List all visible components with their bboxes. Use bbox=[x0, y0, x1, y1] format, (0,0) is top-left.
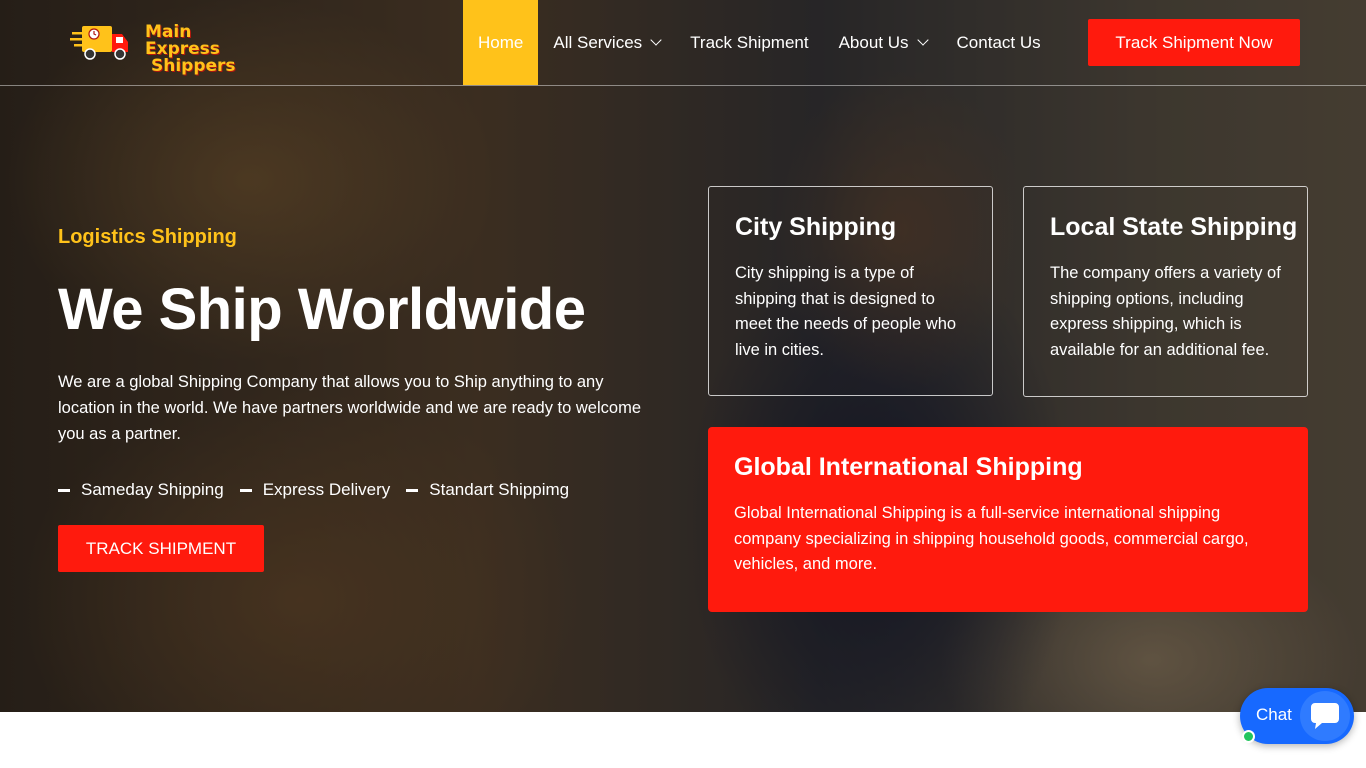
feature-label: Standart Shippimg bbox=[429, 480, 570, 499]
dash-icon bbox=[406, 488, 419, 492]
hero-intro: We are a global Shipping Company that al… bbox=[58, 373, 641, 443]
navbar: Main Express Shippers Home All Services … bbox=[0, 0, 1366, 86]
brand-name-line2: Shippers bbox=[151, 56, 236, 76]
online-status-indicator bbox=[1242, 730, 1255, 743]
nav-item-track-shipment[interactable]: Track Shipment bbox=[675, 0, 823, 85]
service-card-text: Global International Shipping is a full-… bbox=[734, 504, 1249, 573]
service-card-text: The company offers a variety of shipping… bbox=[1050, 264, 1281, 359]
chevron-down-icon bbox=[916, 34, 929, 46]
chat-icon-container bbox=[1300, 691, 1350, 741]
chat-label: Chat bbox=[1256, 705, 1292, 724]
brand-name-line1: Main Express bbox=[145, 22, 220, 59]
feature-item: Standart Shippimg bbox=[406, 480, 569, 500]
chevron-down-icon bbox=[650, 34, 662, 46]
dash-icon bbox=[58, 488, 70, 492]
dash-icon bbox=[239, 488, 252, 492]
service-card-local-state-shipping[interactable]: Local State Shipping The company offers … bbox=[1023, 186, 1308, 397]
nav-item-label: All Services bbox=[553, 32, 643, 52]
service-card-global-international-shipping[interactable]: Global International Shipping Global Int… bbox=[708, 427, 1308, 612]
nav-item-label: Contact Us bbox=[956, 32, 1041, 52]
nav-item-label: Track Shipment bbox=[690, 32, 809, 52]
nav-item-contact-us[interactable]: Contact Us bbox=[942, 0, 1056, 85]
delivery-truck-icon bbox=[70, 26, 128, 60]
brand-name: Main Express Shippers bbox=[145, 24, 240, 75]
hero-headline: We Ship Worldwide bbox=[58, 277, 586, 342]
chat-widget-button[interactable]: Chat bbox=[1240, 688, 1354, 744]
main-nav: Home All Services Track Shipment About U… bbox=[463, 0, 1056, 85]
nav-item-all-services[interactable]: All Services bbox=[538, 0, 675, 85]
service-card-title: Global International Shipping bbox=[734, 453, 1083, 481]
brand-logo[interactable]: Main Express Shippers bbox=[70, 20, 240, 75]
track-shipment-button[interactable]: TRACK SHIPMENT bbox=[58, 525, 264, 572]
nav-item-about-us[interactable]: About Us bbox=[824, 0, 942, 85]
nav-item-label: About Us bbox=[838, 32, 909, 52]
feature-label: Express Delivery bbox=[262, 480, 391, 499]
track-shipment-now-button[interactable]: Track Shipment Now bbox=[1088, 19, 1300, 66]
nav-item-home[interactable]: Home bbox=[463, 0, 539, 85]
feature-item: Sameday Shipping bbox=[58, 480, 224, 500]
feature-label: Sameday Shipping bbox=[81, 480, 224, 499]
feature-item: Express Delivery bbox=[239, 480, 391, 500]
nav-item-label: Home bbox=[478, 32, 524, 52]
feature-list: Sameday Shipping Express Delivery Standa… bbox=[58, 480, 585, 500]
service-card-title: City Shipping bbox=[735, 213, 897, 241]
hero-section: Main Express Shippers Home All Services … bbox=[0, 0, 1366, 712]
service-card-city-shipping[interactable]: City Shipping City shipping is a type of… bbox=[708, 186, 993, 396]
service-card-text: City shipping is a type of shipping that… bbox=[735, 264, 957, 359]
chat-bubble-icon bbox=[1311, 703, 1339, 729]
service-card-title: Local State Shipping bbox=[1050, 213, 1298, 241]
hero-tagline: Logistics Shipping bbox=[58, 226, 237, 248]
